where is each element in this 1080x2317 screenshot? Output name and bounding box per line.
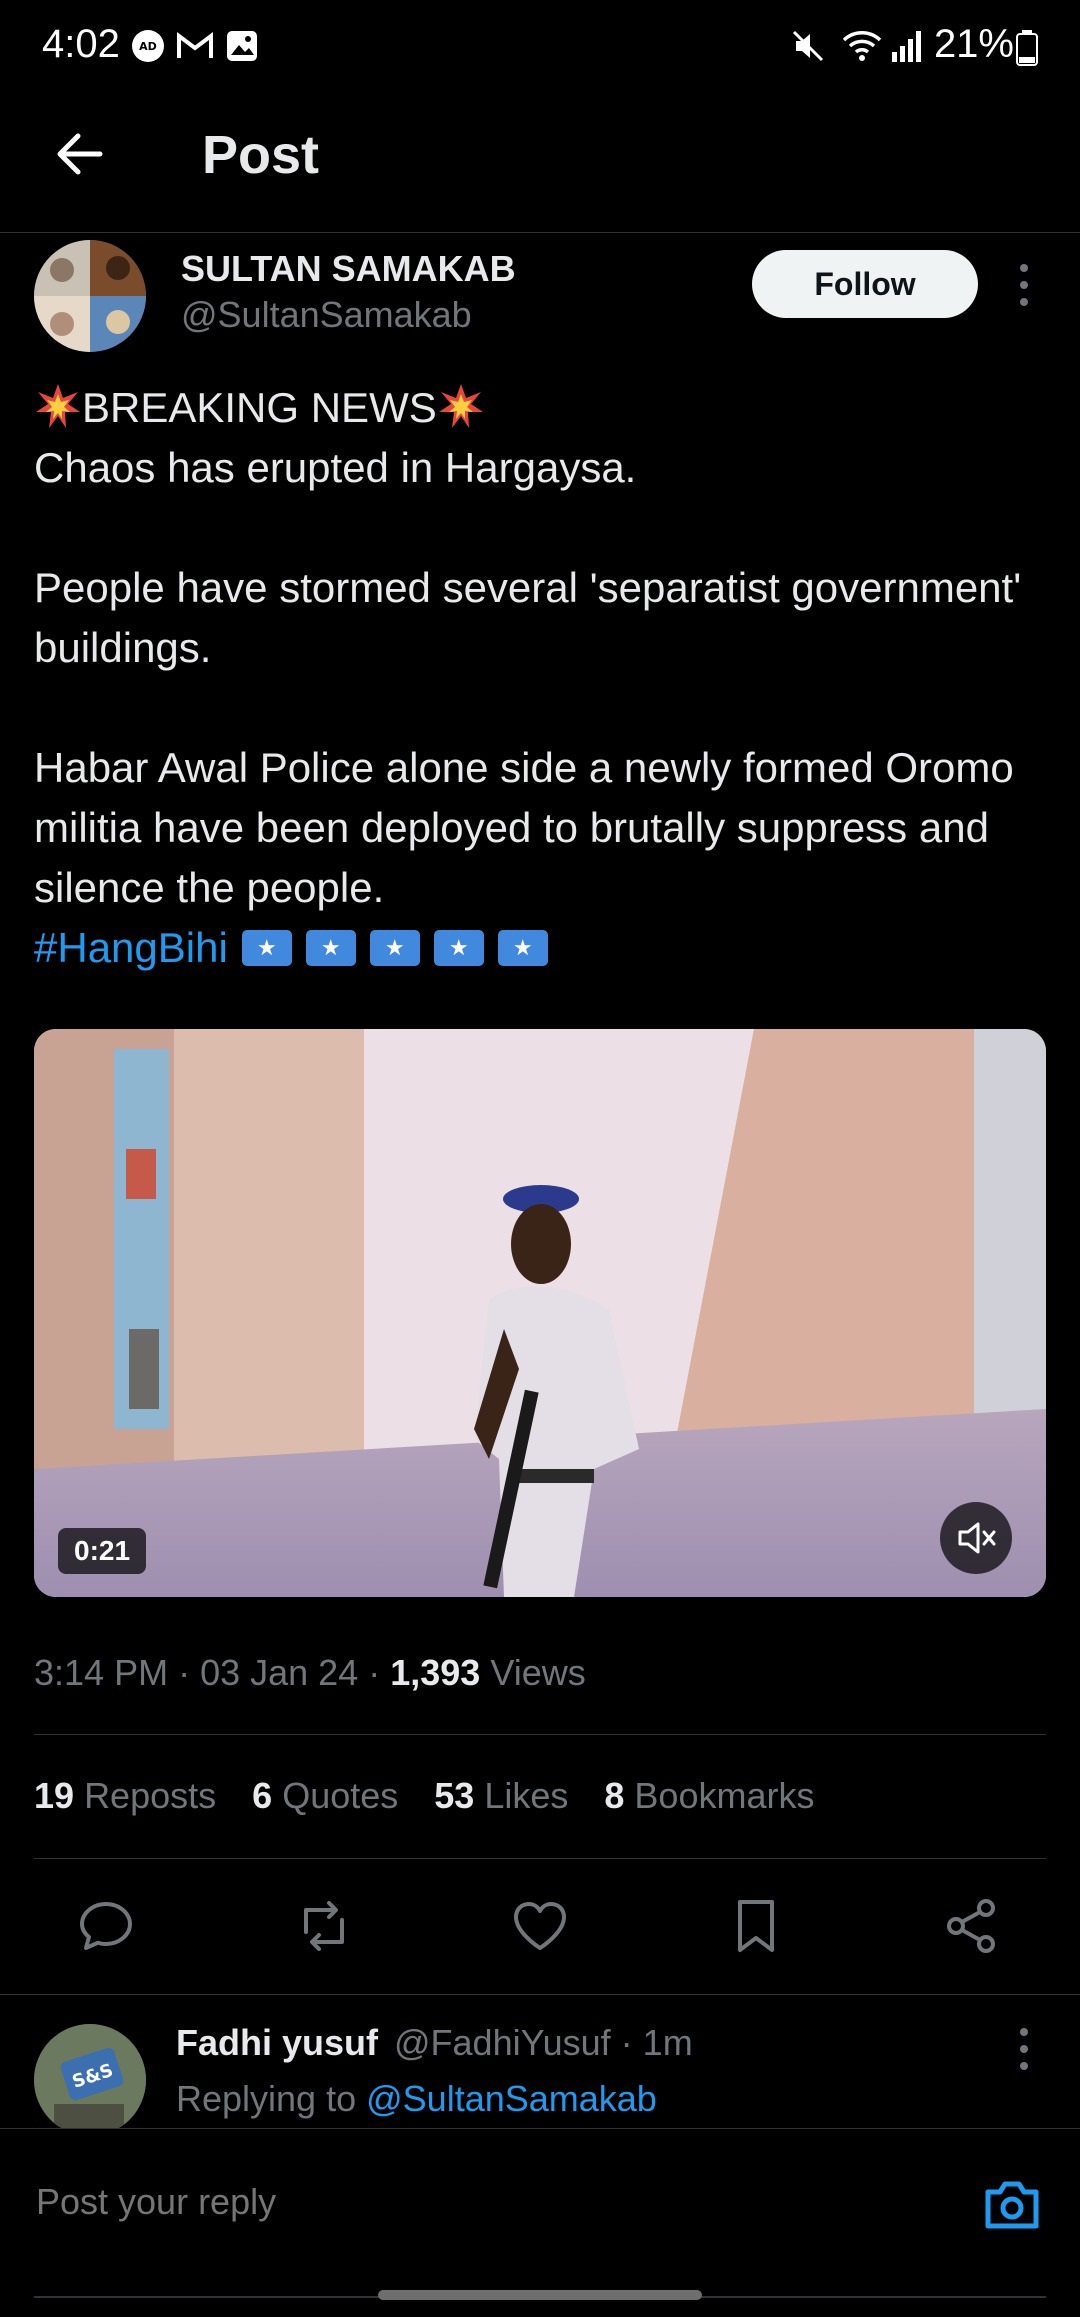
reply-icon[interactable]: [76, 1896, 136, 1956]
author-handle[interactable]: @SultanSamakab: [181, 294, 472, 336]
reply-author-name[interactable]: Fadhi yusuf: [176, 2022, 378, 2064]
post-text: BREAKING NEWS Chaos has erupted in Harga…: [34, 378, 1044, 978]
divider: [0, 1994, 1080, 1995]
repost-icon[interactable]: [294, 1896, 354, 1956]
bookmark-icon[interactable]: [726, 1896, 786, 1956]
breaking-news-label: BREAKING NEWS: [82, 384, 437, 431]
wifi-icon: [842, 31, 882, 61]
replying-to: Replying to @SultanSamakab: [176, 2078, 657, 2120]
post-time: 3:14 PM: [34, 1652, 169, 1693]
reply-time: 1m: [642, 2022, 693, 2063]
video-duration: 0:21: [58, 1528, 147, 1574]
post-meta: 3:14 PM · 03 Jan 24 · 1,393 Views: [34, 1652, 586, 1693]
somalia-flag-icon: [305, 930, 356, 966]
video-frame: [34, 1029, 1046, 1597]
collision-emoji-icon: [36, 384, 80, 428]
post-date: 03 Jan 24: [200, 1652, 359, 1693]
video-mute-button[interactable]: [940, 1502, 1012, 1574]
gmail-icon: [177, 32, 213, 58]
gallery-icon: [227, 31, 257, 61]
collision-emoji-icon: [438, 384, 483, 428]
like-heart-icon[interactable]: [510, 1896, 570, 1956]
svg-text:AD: AD: [139, 40, 157, 53]
reply-author-meta: @FadhiYusuf · 1m: [394, 2022, 693, 2063]
divider: [34, 1858, 1046, 1859]
reply-avatar[interactable]: S&S: [34, 2024, 146, 2136]
quotes-stat[interactable]: 6 Quotes: [252, 1775, 398, 1817]
home-indicator[interactable]: [378, 2290, 702, 2300]
more-options-icon[interactable]: [1012, 262, 1036, 308]
camera-icon[interactable]: [982, 2176, 1042, 2232]
views-count: 1,393: [390, 1652, 481, 1693]
replying-to-link[interactable]: @SultanSamakab: [366, 2078, 657, 2119]
mute-status-icon: [792, 30, 824, 62]
somalia-flag-icon: [497, 930, 548, 966]
somalia-flag-icon: [241, 930, 292, 966]
more-options-icon[interactable]: [1012, 2026, 1036, 2072]
post-line-2: Chaos has erupted in Hargaysa.: [34, 444, 637, 491]
breaking-line: BREAKING NEWS: [34, 378, 1044, 438]
header-divider: [0, 232, 1080, 233]
ad-blocker-icon: AD: [132, 30, 164, 62]
follow-button[interactable]: Follow: [752, 250, 978, 318]
somalia-flag-icon: [433, 930, 484, 966]
reply-input[interactable]: [34, 2180, 938, 2224]
hashtag-line: #HangBihi: [34, 918, 1044, 978]
post-paragraph-2: People have stormed several 'separatist …: [34, 564, 1022, 671]
post-paragraph-3: Habar Awal Police alone side a newly for…: [34, 744, 1014, 911]
reply-author-handle[interactable]: @FadhiYusuf: [394, 2022, 611, 2063]
engagement-stats: 19 Reposts 6 Quotes 53 Likes 8 Bookmarks: [34, 1775, 850, 1817]
battery-icon: [1016, 30, 1038, 66]
bookmarks-stat[interactable]: 8 Bookmarks: [604, 1775, 814, 1817]
views-label: Views: [490, 1652, 586, 1693]
hashtag-link[interactable]: #HangBihi: [34, 924, 228, 971]
page-title: Post: [202, 125, 320, 185]
divider: [34, 1734, 1046, 1735]
author-avatar[interactable]: [34, 240, 146, 352]
reposts-stat[interactable]: 19 Reposts: [34, 1775, 216, 1817]
video-player[interactable]: [34, 1029, 1046, 1597]
status-time: 4:02: [42, 22, 120, 66]
volume-muted-icon: [958, 1522, 996, 1554]
author-name[interactable]: SULTAN SAMAKAB: [181, 248, 516, 290]
somalia-flag-icon: [369, 930, 420, 966]
replying-prefix: Replying to: [176, 2078, 357, 2119]
battery-percent: 21%: [933, 22, 1014, 66]
likes-stat[interactable]: 53 Likes: [434, 1775, 568, 1817]
back-arrow-icon[interactable]: [52, 126, 108, 182]
share-icon[interactable]: [942, 1896, 1002, 1956]
signal-icon: [892, 31, 921, 62]
